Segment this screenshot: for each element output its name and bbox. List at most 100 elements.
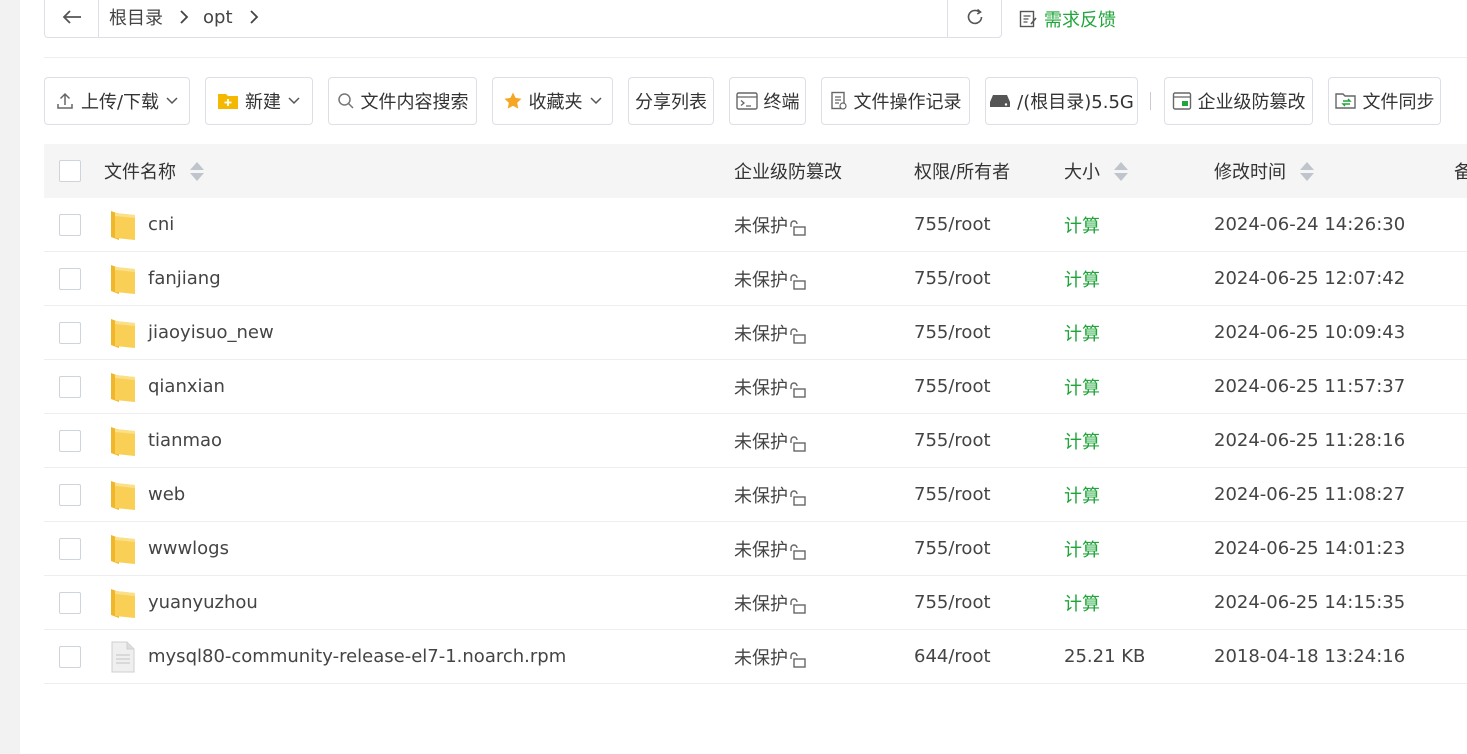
- table-row[interactable]: yuanyuzhou 未保护 755/root 计算 2024-06-25 14…: [44, 576, 1467, 630]
- protect-status[interactable]: 未保护: [734, 414, 808, 467]
- protect-status[interactable]: 未保护: [734, 360, 808, 413]
- column-size[interactable]: 大小: [1064, 144, 1128, 198]
- row-checkbox[interactable]: [59, 538, 81, 560]
- content-search-button[interactable]: 文件内容搜索: [328, 77, 477, 125]
- disk-button[interactable]: /(根目录)5.5G: [985, 77, 1138, 125]
- protect-status[interactable]: 未保护: [734, 630, 808, 683]
- protect-status[interactable]: 未保护: [734, 252, 808, 305]
- file-size[interactable]: 计算: [1064, 252, 1100, 305]
- protect-status[interactable]: 未保护: [734, 468, 808, 521]
- file-name[interactable]: yuanyuzhou: [148, 576, 258, 629]
- select-all-checkbox[interactable]: [59, 160, 81, 182]
- folder-icon: [110, 208, 136, 242]
- column-name[interactable]: 文件名称: [104, 144, 204, 198]
- refresh-button[interactable]: [947, 0, 1001, 37]
- new-button[interactable]: 新建: [205, 77, 313, 125]
- modified-time: 2024-06-25 11:08:27: [1214, 484, 1406, 505]
- file-icon: [110, 640, 136, 674]
- row-checkbox[interactable]: [59, 268, 81, 290]
- feedback-link[interactable]: 需求反馈: [1018, 6, 1116, 32]
- table-row[interactable]: cni 未保护 755/root 计算 2024-06-24 14:26:30: [44, 198, 1467, 252]
- permission[interactable]: 755/root: [914, 576, 991, 629]
- protect-status[interactable]: 未保护: [734, 198, 808, 251]
- sort-icon[interactable]: [1114, 161, 1128, 181]
- file-size[interactable]: 计算: [1064, 576, 1100, 629]
- content-search-label: 文件内容搜索: [360, 92, 469, 113]
- back-button[interactable]: [45, 0, 99, 37]
- permission[interactable]: 755/root: [914, 414, 991, 467]
- file-name[interactable]: tianmao: [148, 414, 222, 467]
- file-name[interactable]: web: [148, 468, 185, 521]
- row-checkbox[interactable]: [59, 646, 81, 668]
- file-name[interactable]: wwwlogs: [148, 522, 229, 575]
- row-checkbox[interactable]: [59, 592, 81, 614]
- file-log-button[interactable]: 文件操作记录: [821, 77, 970, 125]
- protect-status-label: 未保护: [734, 593, 788, 615]
- file-size[interactable]: 计算: [1064, 468, 1100, 521]
- row-checkbox[interactable]: [59, 214, 81, 236]
- share-list-button[interactable]: 分享列表: [628, 77, 714, 125]
- folder-icon: [110, 586, 136, 620]
- table-row[interactable]: jiaoyisuo_new 未保护 755/root 计算 2024-06-25…: [44, 306, 1467, 360]
- share-list-label: 分享列表: [635, 92, 707, 113]
- file-name[interactable]: mysql80-community-release-el7-1.noarch.r…: [148, 630, 566, 683]
- file-name[interactable]: jiaoyisuo_new: [148, 306, 274, 359]
- breadcrumb-root[interactable]: 根目录: [109, 4, 163, 30]
- permission[interactable]: 755/root: [914, 306, 991, 359]
- upload-download-label: 上传/下载: [80, 92, 160, 113]
- table-row[interactable]: qianxian 未保护 755/root 计算 2024-06-25 11:5…: [44, 360, 1467, 414]
- protect-status-label: 未保护: [734, 539, 788, 561]
- terminal-icon: [735, 92, 758, 110]
- file-name[interactable]: qianxian: [148, 360, 225, 413]
- protect-status-label: 未保护: [734, 323, 788, 345]
- file-sync-button[interactable]: 文件同步: [1328, 77, 1441, 125]
- column-name-label: 文件名称: [104, 162, 176, 183]
- permission[interactable]: 755/root: [914, 468, 991, 521]
- permission[interactable]: 755/root: [914, 360, 991, 413]
- permission[interactable]: 644/root: [914, 630, 991, 683]
- folder-icon: [110, 532, 136, 566]
- file-size[interactable]: 计算: [1064, 414, 1100, 467]
- table-row[interactable]: mysql80-community-release-el7-1.noarch.r…: [44, 630, 1467, 684]
- table-row[interactable]: wwwlogs 未保护 755/root 计算 2024-06-25 14:01…: [44, 522, 1467, 576]
- protect-status-label: 未保护: [734, 377, 788, 399]
- table-row[interactable]: fanjiang 未保护 755/root 计算 2024-06-25 12:0…: [44, 252, 1467, 306]
- row-checkbox[interactable]: [59, 376, 81, 398]
- protect-status[interactable]: 未保护: [734, 522, 808, 575]
- permission[interactable]: 755/root: [914, 198, 991, 251]
- chevron-right-icon[interactable]: [249, 9, 259, 25]
- row-checkbox[interactable]: [59, 430, 81, 452]
- column-perm: 权限/所有者: [914, 144, 1010, 198]
- divider: [44, 57, 1467, 58]
- protect-status-label: 未保护: [734, 647, 788, 669]
- file-name[interactable]: cni: [148, 198, 174, 251]
- chevron-right-icon[interactable]: [179, 9, 189, 25]
- table-row[interactable]: web 未保护 755/root 计算 2024-06-25 11:08:27: [44, 468, 1467, 522]
- tamper-proof-button[interactable]: 企业级防篡改: [1164, 77, 1313, 125]
- file-name[interactable]: fanjiang: [148, 252, 221, 305]
- sort-icon[interactable]: [190, 161, 204, 181]
- unlock-icon: [790, 489, 806, 506]
- row-checkbox[interactable]: [59, 484, 81, 506]
- folder-icon: [110, 424, 136, 458]
- column-mtime[interactable]: 修改时间: [1214, 144, 1314, 198]
- terminal-button[interactable]: 终端: [729, 77, 806, 125]
- breadcrumb-opt[interactable]: opt: [203, 7, 233, 28]
- sort-icon[interactable]: [1300, 161, 1314, 181]
- protect-status[interactable]: 未保护: [734, 306, 808, 359]
- file-size[interactable]: 计算: [1064, 306, 1100, 359]
- modified-time: 2024-06-24 14:26:30: [1214, 214, 1406, 235]
- file-size[interactable]: 计算: [1064, 360, 1100, 413]
- file-size[interactable]: 计算: [1064, 198, 1100, 251]
- table-row[interactable]: tianmao 未保护 755/root 计算 2024-06-25 11:28…: [44, 414, 1467, 468]
- protect-status[interactable]: 未保护: [734, 576, 808, 629]
- file-size[interactable]: 25.21 KB: [1064, 630, 1145, 683]
- row-checkbox[interactable]: [59, 322, 81, 344]
- permission[interactable]: 755/root: [914, 522, 991, 575]
- upload-download-button[interactable]: 上传/下载: [44, 77, 190, 125]
- file-size[interactable]: 计算: [1064, 522, 1100, 575]
- favorites-button[interactable]: 收藏夹: [492, 77, 613, 125]
- modified-time: 2024-06-25 14:15:35: [1214, 592, 1406, 613]
- permission[interactable]: 755/root: [914, 252, 991, 305]
- column-mtime-label: 修改时间: [1214, 162, 1286, 183]
